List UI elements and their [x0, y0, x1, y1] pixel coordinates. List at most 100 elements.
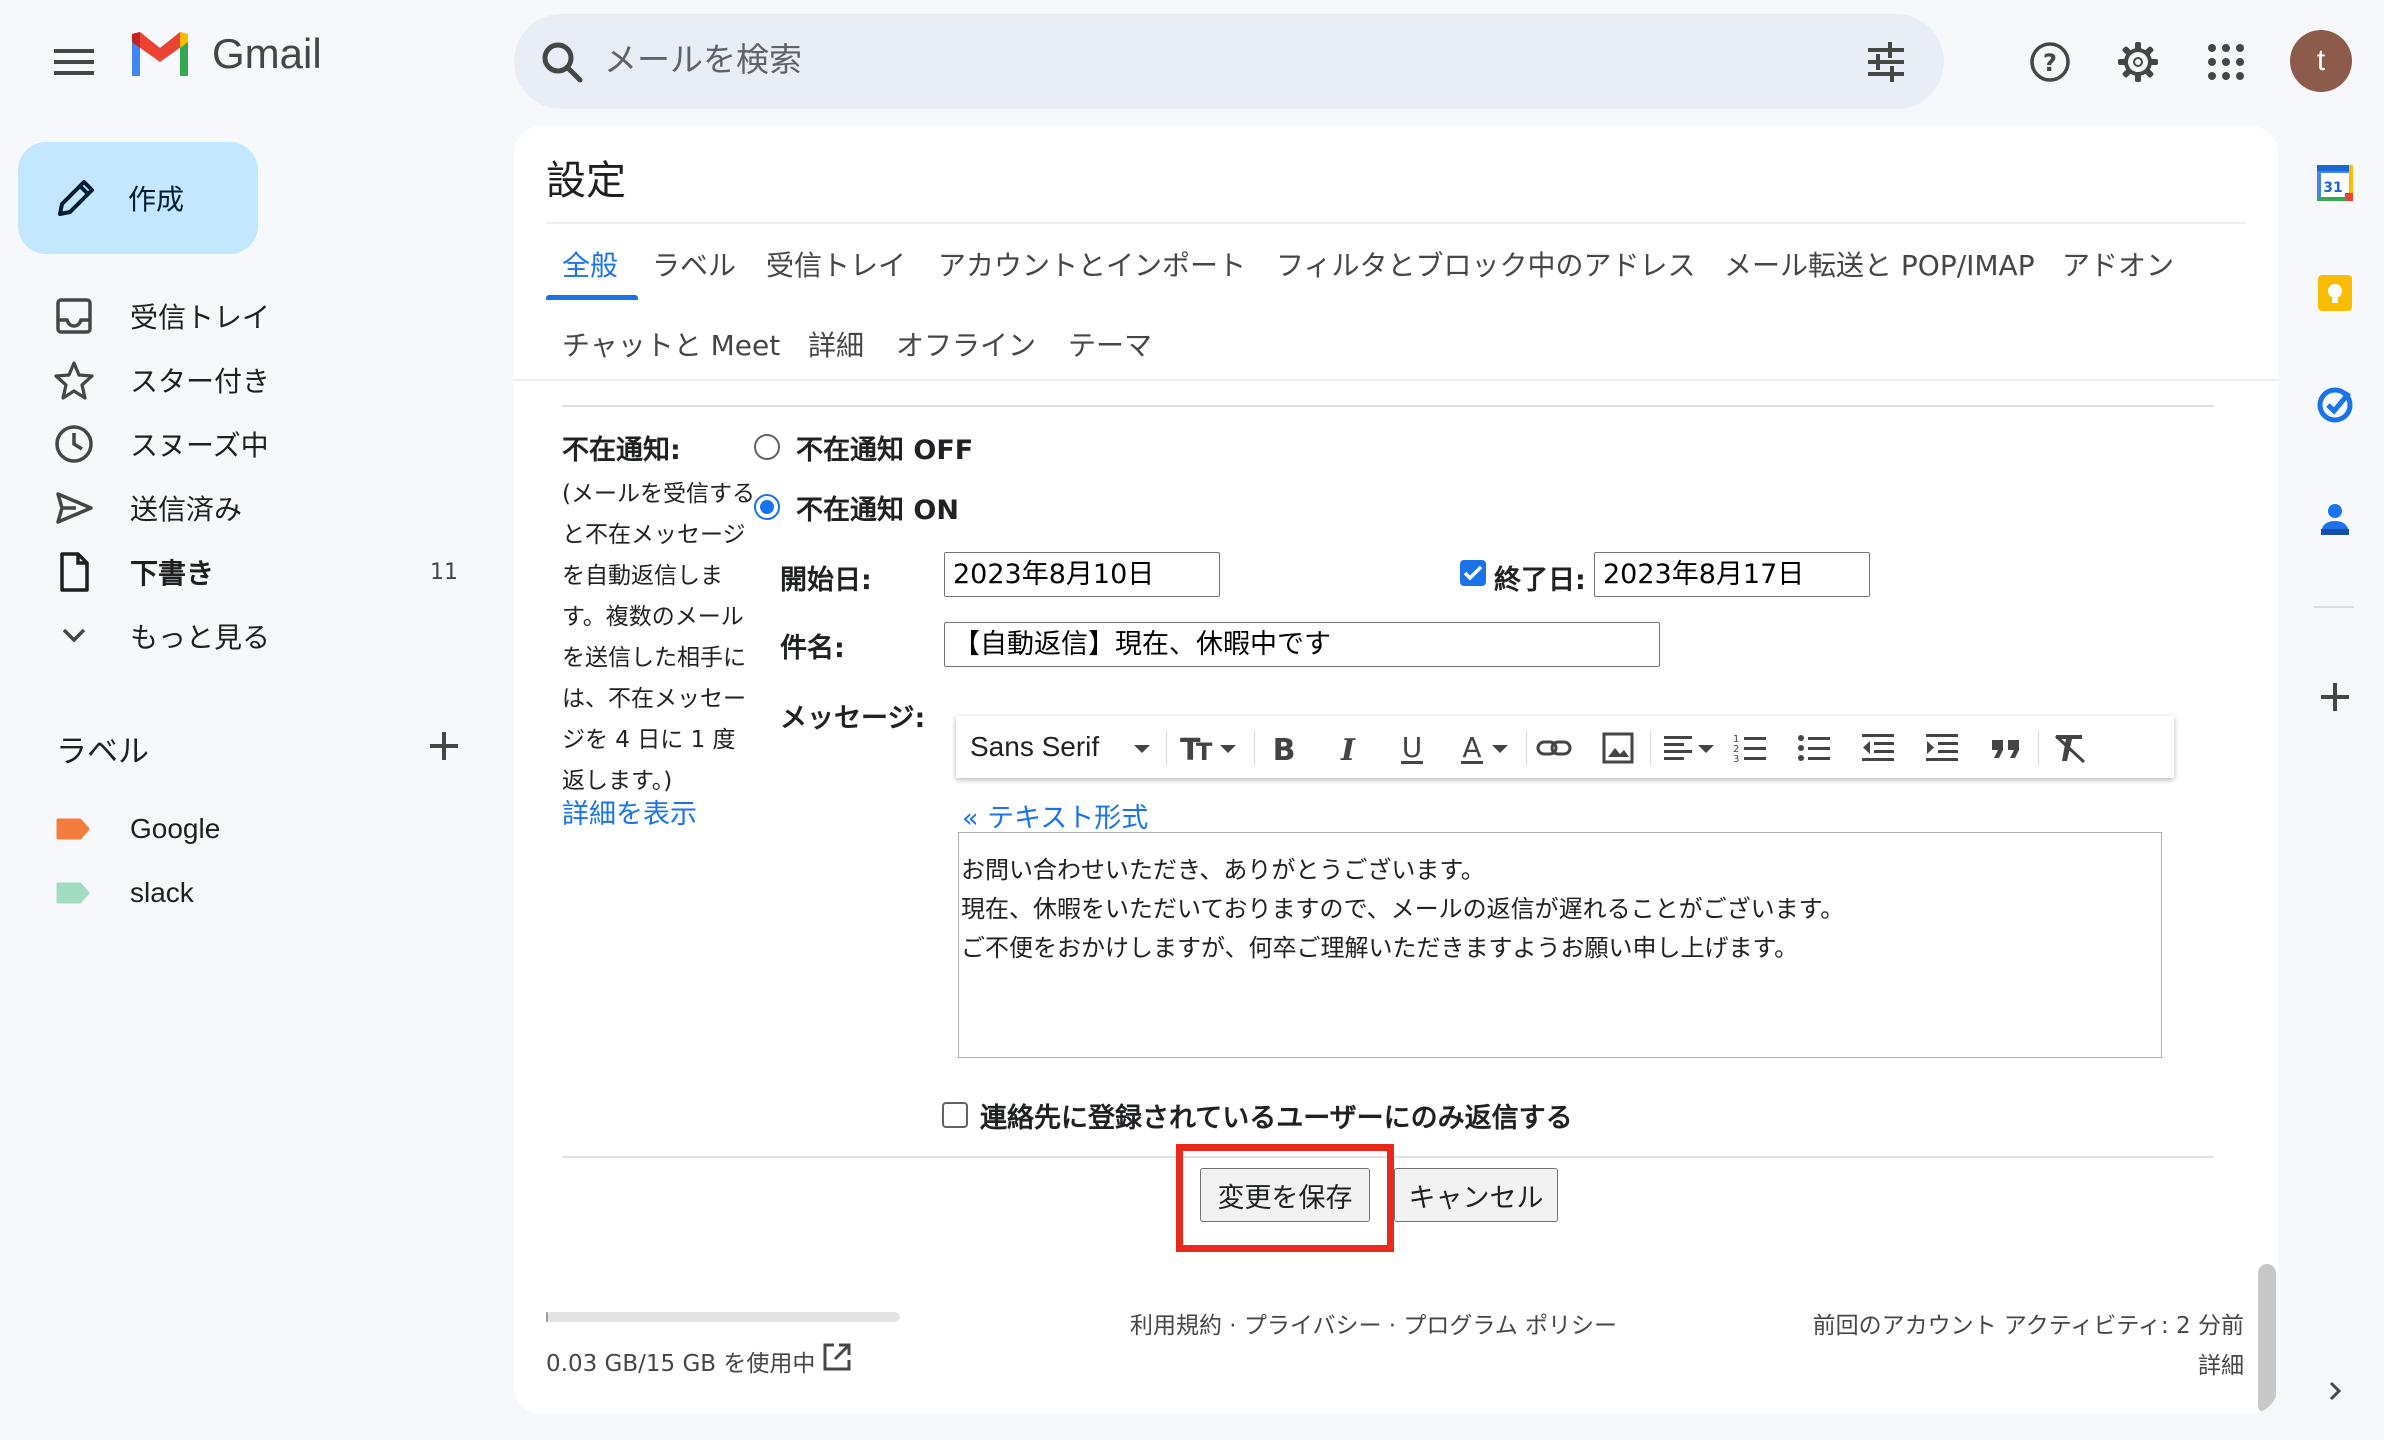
plain-text-link[interactable]: « テキスト形式 [962, 796, 1148, 835]
tab-inbox[interactable]: 受信トレイ [766, 244, 906, 284]
indent-less-icon[interactable] [1858, 728, 1898, 768]
tab-general[interactable]: 全般 [562, 244, 618, 284]
label-slack[interactable]: slack [0, 861, 490, 925]
contacts-icon [2321, 504, 2349, 535]
tab-themes[interactable]: テーマ [1068, 324, 1152, 364]
message-label: メッセージ: [780, 703, 926, 734]
chevron-down-icon [62, 628, 86, 643]
link-icon[interactable] [1534, 728, 1574, 768]
nav-more[interactable]: もっと見る [0, 604, 490, 668]
external-link-icon[interactable] [820, 1340, 854, 1374]
tab-chat-meet[interactable]: チャットと Meet [562, 324, 780, 364]
draft-icon [60, 552, 89, 592]
ooo-off-label[interactable]: 不在通知 OFF [796, 428, 973, 467]
nav-label: もっと見る [130, 621, 271, 654]
keep-app[interactable] [2310, 268, 2360, 318]
search-options-icon[interactable] [1864, 40, 1908, 84]
tab-addons[interactable]: アドオン [2062, 244, 2174, 284]
remove-formatting-icon[interactable] [2050, 728, 2090, 768]
message-line: ご不便をおかけしますが、何卒ご理解いただきますようお願い申し上げます。 [961, 934, 1799, 962]
contacts-app[interactable] [2310, 494, 2360, 544]
contacts-only-label[interactable]: 連絡先に登録されているユーザーにのみ返信する [980, 1096, 1573, 1135]
compose-button[interactable]: 作成 [18, 142, 258, 254]
apps-button[interactable] [2200, 36, 2252, 88]
image-icon[interactable] [1598, 728, 1638, 768]
tab-forwarding[interactable]: メール転送と POP/IMAP [1724, 244, 2035, 284]
divider [546, 222, 2246, 224]
search-icon[interactable] [538, 38, 586, 86]
nav-inbox[interactable]: 受信トレイ [0, 284, 490, 348]
ooo-label: 不在通知: [562, 435, 681, 466]
underline-icon[interactable]: U [1392, 728, 1432, 768]
nav-snoozed[interactable]: スヌーズ中 [0, 412, 490, 476]
settings-panel: 設定 全般 ラベル 受信トレイ アカウントとインポート フィルタとブロック中のア… [514, 126, 2278, 1414]
plus-icon [430, 732, 458, 760]
search-input[interactable] [604, 40, 1704, 79]
tab-offline[interactable]: オフライン [896, 324, 1036, 364]
tab-labels[interactable]: ラベル [652, 244, 736, 284]
star-icon [54, 361, 94, 400]
font-size-icon[interactable]: TT [1178, 728, 1248, 768]
message-editor[interactable]: お問い合わせいただき、ありがとうございます。 現在、休暇をいただいておりますので… [958, 832, 2162, 1058]
formatting-toolbar: Sans Serif TT B I U A 123 [956, 716, 2174, 778]
ooo-on-radio[interactable] [754, 494, 780, 520]
subject-input[interactable]: 【自動返信】現在、休暇中です [944, 622, 1660, 667]
calendar-icon: 31 [2317, 165, 2353, 201]
main-menu-button[interactable] [44, 38, 104, 86]
activity-details-link[interactable]: 詳細 [2198, 1346, 2244, 1380]
tab-filters[interactable]: フィルタとブロック中のアドレス [1276, 244, 1695, 284]
active-tab-indicator [546, 295, 638, 300]
start-date-input[interactable]: 2023年8月10日 [944, 552, 1220, 597]
footer-links[interactable]: 利用規約 · プライバシー · プログラム ポリシー [1130, 1306, 1617, 1340]
align-icon[interactable] [1660, 728, 1720, 768]
tab-accounts[interactable]: アカウントとインポート [938, 244, 1246, 284]
calendar-app[interactable]: 31 [2310, 158, 2360, 208]
divider [562, 405, 2214, 407]
dropdown-arrow-icon[interactable] [1122, 728, 1162, 768]
end-date-checkbox[interactable] [1460, 560, 1486, 586]
end-date-input[interactable]: 2023年8月17日 [1594, 552, 1870, 597]
font-family-select[interactable]: Sans Serif [970, 731, 1099, 763]
learn-more-link[interactable]: 詳細を表示 [562, 792, 697, 831]
nav-starred[interactable]: スター付き [0, 348, 490, 412]
cancel-button[interactable]: キャンセル [1394, 1168, 1558, 1222]
text-color-icon[interactable]: A [1456, 728, 1516, 768]
indent-more-icon[interactable] [1922, 728, 1962, 768]
ooo-off-radio[interactable] [754, 434, 780, 460]
settings-button[interactable] [2112, 36, 2164, 88]
quote-icon[interactable] [1986, 728, 2026, 768]
side-panel-divider [2314, 606, 2354, 608]
subject-label: 件名: [780, 633, 845, 664]
label-google[interactable]: Google [0, 797, 490, 861]
nav-sent[interactable]: 送信済み [0, 476, 490, 540]
tab-advanced[interactable]: 詳細 [808, 324, 864, 364]
bold-icon[interactable]: B [1264, 728, 1304, 768]
gmail-logo[interactable]: Gmail [128, 30, 322, 78]
toolbar-separator [1650, 730, 1651, 766]
save-changes-button[interactable]: 変更を保存 [1200, 1168, 1370, 1222]
contacts-only-checkbox[interactable] [942, 1102, 968, 1128]
labels-heading: ラベル [56, 734, 149, 770]
label-tag-icon [56, 882, 90, 904]
create-label-button[interactable] [420, 722, 468, 770]
svg-text:I: I [1340, 733, 1356, 768]
bulleted-list-icon[interactable] [1794, 728, 1834, 768]
app-name: Gmail [212, 30, 322, 77]
message-line: お問い合わせいただき、ありがとうございます。 [961, 856, 1485, 884]
get-addons-button[interactable] [2310, 672, 2360, 722]
toolbar-separator [1254, 730, 1255, 766]
send-icon [56, 492, 93, 524]
nav-drafts[interactable]: 下書き 11 [0, 540, 490, 604]
page-title: 設定 [546, 158, 626, 204]
scrollbar[interactable] [2258, 1264, 2276, 1414]
numbered-list-icon[interactable]: 123 [1730, 728, 1770, 768]
nav-label: スター付き [130, 365, 271, 398]
account-avatar[interactable]: t [2290, 30, 2352, 92]
italic-icon[interactable]: I [1328, 728, 1368, 768]
ooo-description: (メールを受信すると不在メッセージを自動返信します。複数のメールを送信した相手に… [562, 481, 755, 794]
tasks-app[interactable] [2310, 380, 2360, 430]
show-side-panel-button[interactable] [2310, 1366, 2360, 1416]
ooo-on-label[interactable]: 不在通知 ON [796, 488, 959, 527]
search-bar[interactable] [514, 14, 1944, 109]
help-button[interactable]: ? [2024, 36, 2076, 88]
